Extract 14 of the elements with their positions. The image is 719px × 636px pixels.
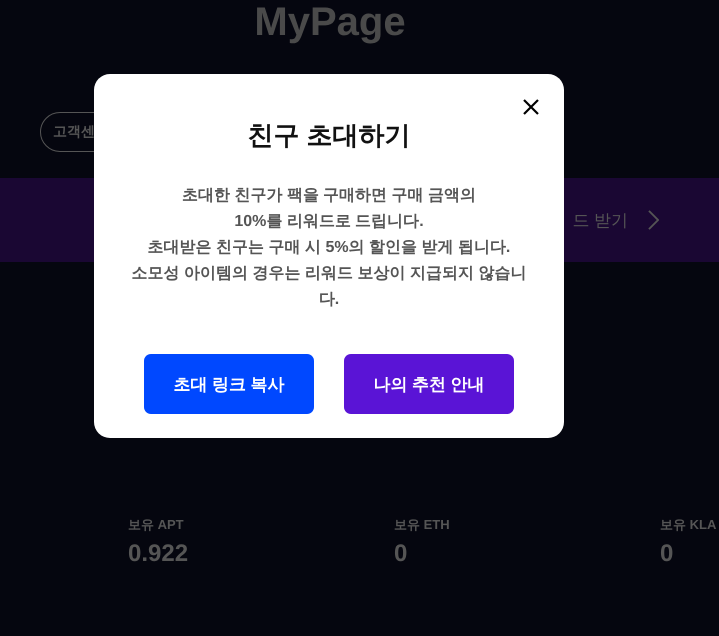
balance-value: 0.922 — [128, 540, 190, 568]
copy-link-button[interactable]: 초대 링크 복사 — [144, 354, 314, 414]
balance-label: 보유 KLA — [660, 516, 718, 534]
chevron-right-icon[interactable] — [648, 210, 659, 230]
close-button[interactable] — [522, 98, 540, 116]
balance-value: 0 — [660, 540, 674, 568]
referral-button[interactable]: 나의 추천 안내 — [344, 354, 514, 414]
modal-message: 초대한 친구가 팩을 구매하면 구매 금액의 10%를 리워드로 드립니다. 초대받은 친구는 구매 시 5%의 할인을 받게 됩니다. 소모성 아이템의 경우는 리워드 보상이 지급되지 않습니다. — [130, 186, 528, 310]
banner-label: 드 받기 — [572, 210, 628, 232]
balance-label: 보유 APT — [128, 516, 185, 534]
modal-title: 친구 초대하기 — [247, 119, 411, 152]
page-title: MyPage — [253, 0, 407, 46]
balance-label: 보유 ETH — [394, 516, 451, 534]
balance-value: 0 — [394, 540, 408, 568]
